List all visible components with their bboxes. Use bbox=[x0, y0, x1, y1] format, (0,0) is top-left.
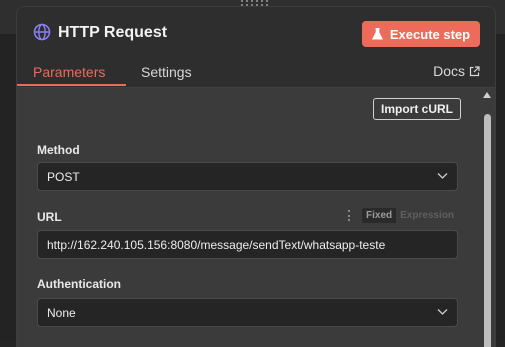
url-mode-toggle: Fixed Expression bbox=[348, 208, 458, 223]
mode-fixed-option[interactable]: Fixed bbox=[362, 208, 396, 223]
url-input[interactable]: http://162.240.105.156:8080/message/send… bbox=[37, 230, 458, 259]
import-curl-button[interactable]: Import cURL bbox=[373, 98, 461, 120]
active-tab-indicator bbox=[17, 84, 126, 86]
panel-header: HTTP Request Execute step Parameters Set… bbox=[17, 7, 495, 88]
method-value: POST bbox=[47, 170, 80, 184]
url-value: http://162.240.105.156:8080/message/send… bbox=[47, 238, 385, 252]
execute-step-label: Execute step bbox=[390, 27, 470, 42]
scrollbar-thumb[interactable] bbox=[484, 114, 491, 347]
drag-dots-icon[interactable] bbox=[348, 210, 351, 221]
chevron-down-icon bbox=[437, 308, 448, 316]
method-label: Method bbox=[37, 143, 80, 157]
vertical-scrollbar[interactable] bbox=[482, 92, 492, 347]
method-select[interactable]: POST bbox=[37, 162, 458, 191]
docs-label: Docs bbox=[433, 63, 465, 79]
authentication-select[interactable]: None bbox=[37, 298, 458, 327]
tab-parameters[interactable]: Parameters bbox=[33, 63, 105, 81]
mode-expression-option[interactable]: Expression bbox=[396, 208, 458, 223]
scroll-up-arrow-icon[interactable] bbox=[483, 92, 491, 98]
docs-link[interactable]: Docs bbox=[433, 63, 480, 79]
authentication-label: Authentication bbox=[37, 277, 121, 291]
node-title: HTTP Request bbox=[58, 23, 167, 43]
authentication-value: None bbox=[47, 306, 76, 320]
globe-icon bbox=[33, 23, 51, 41]
chevron-down-icon bbox=[437, 172, 448, 180]
external-link-icon bbox=[469, 66, 480, 77]
node-settings-panel: HTTP Request Execute step Parameters Set… bbox=[16, 6, 496, 347]
flask-icon bbox=[372, 28, 383, 40]
tab-settings[interactable]: Settings bbox=[141, 63, 192, 81]
url-label: URL bbox=[37, 210, 62, 224]
parameters-body: Import cURL Method POST URL Fixed Expres… bbox=[17, 88, 495, 347]
execute-step-button[interactable]: Execute step bbox=[362, 21, 480, 47]
